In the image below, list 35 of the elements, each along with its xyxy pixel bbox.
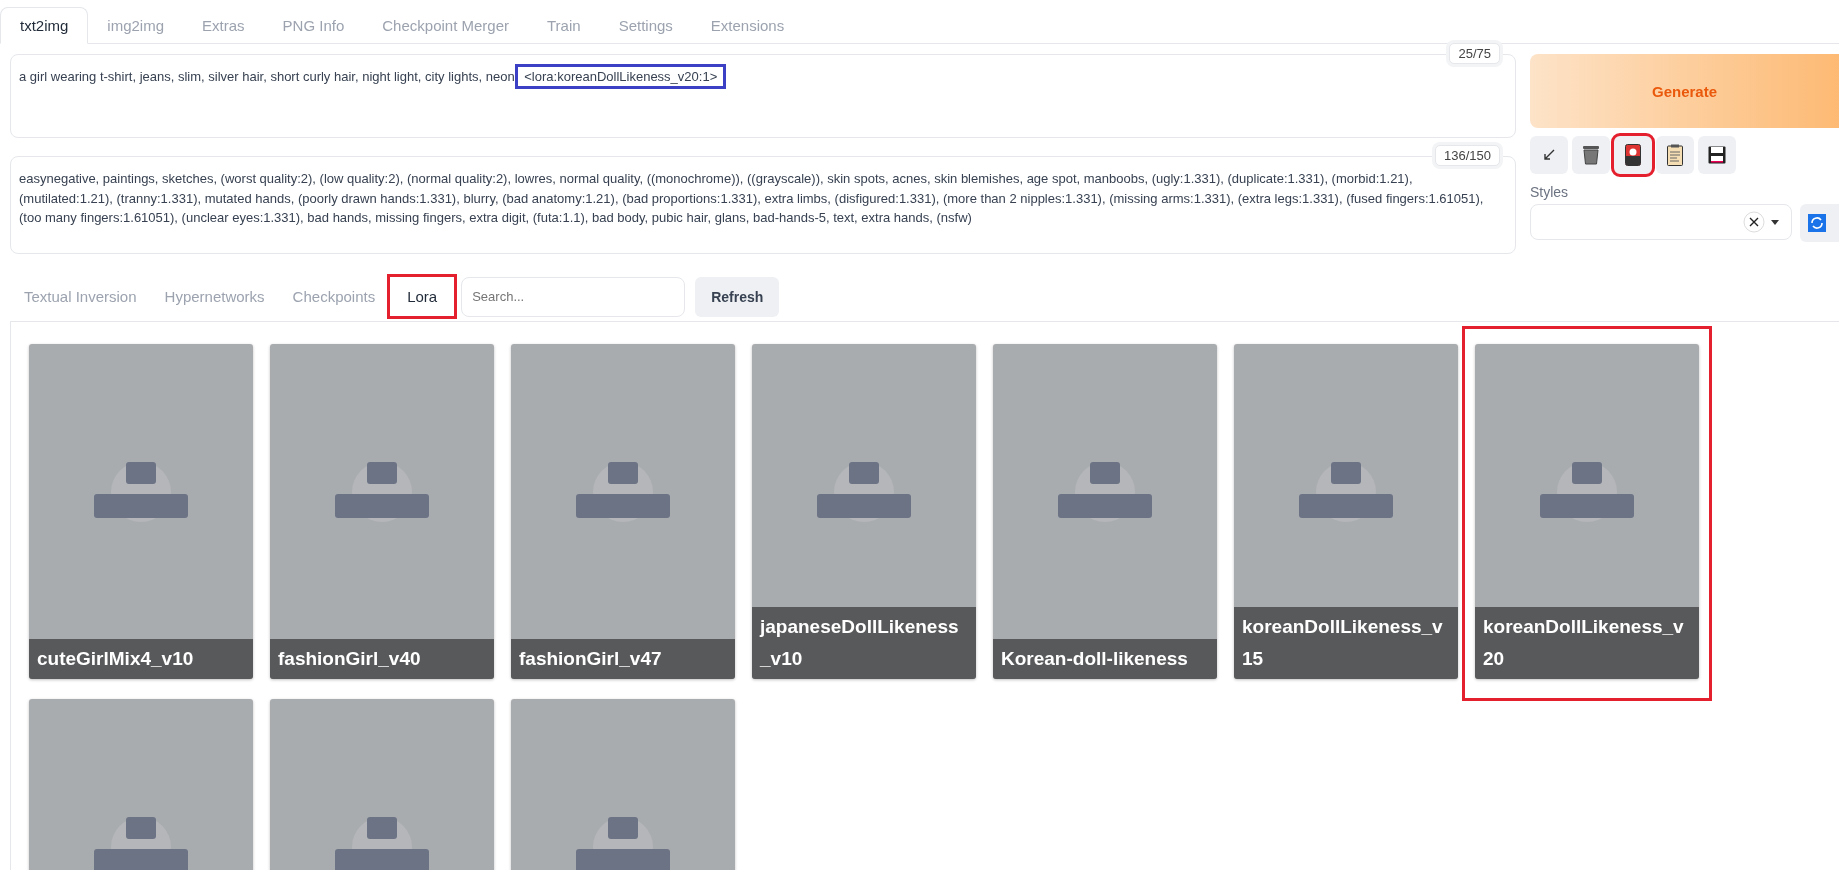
model-card[interactable]: koreanDollLikeness_v15 — [1234, 344, 1458, 679]
model-name: Korean-doll-likeness — [993, 639, 1217, 679]
tab[interactable]: txt2img — [0, 7, 89, 44]
model-card[interactable]: koreanDollLikeness_v20 — [1475, 344, 1699, 679]
tool-button[interactable] — [1698, 136, 1736, 174]
model-name: koreanDollLikeness_v15 — [1234, 607, 1458, 679]
tool-button[interactable] — [1656, 136, 1694, 174]
model-name: koreanDollLikeness_v20 — [1475, 607, 1699, 679]
tool-button[interactable] — [1614, 136, 1652, 174]
refresh-icon — [1808, 214, 1827, 232]
picture-card-icon — [1625, 144, 1641, 166]
refresh-button[interactable]: Refresh — [695, 276, 780, 317]
arrow-icon — [1543, 149, 1555, 161]
network-tab[interactable]: Lora — [389, 276, 456, 317]
model-name: japaneseDollLikeness_v10 — [752, 607, 976, 679]
styles-label: Styles — [1530, 184, 1570, 200]
caret-icon — [1771, 219, 1780, 225]
token-counter: 25/75 — [1449, 43, 1500, 64]
model-name: cuteGirlMix4_v10 — [29, 639, 253, 679]
model-name: fashionGirl_v40 — [270, 639, 494, 679]
model-card[interactable]: japaneseDollLikeness_v10 — [752, 344, 976, 679]
model-card[interactable]: cuteGirlMix4_v10 — [29, 344, 253, 679]
model-name: fashionGirl_v47 — [511, 639, 735, 679]
clear-icon[interactable] — [1743, 211, 1766, 233]
tool-button[interactable] — [1572, 136, 1610, 174]
trash-icon — [1582, 145, 1600, 165]
lora-tag: <lora:koreanDollLikeness_v20:1> — [518, 67, 724, 86]
clipboard-icon — [1667, 144, 1683, 166]
search-field[interactable]: Search... — [461, 276, 686, 317]
token-counter: 136/150 — [1435, 145, 1500, 166]
prompt-text: a girl wearing t-shirt, jeans, slim, silver hair, short curly hair, night light, city lights, neon — [19, 69, 515, 84]
model-card[interactable]: fashionGirl_v47 — [511, 344, 735, 679]
refresh-styles-button[interactable] — [1800, 204, 1839, 242]
model-card[interactable]: fashionGirl_v40 — [270, 344, 494, 679]
model-card[interactable]: Korean-doll-likeness — [993, 344, 1217, 679]
